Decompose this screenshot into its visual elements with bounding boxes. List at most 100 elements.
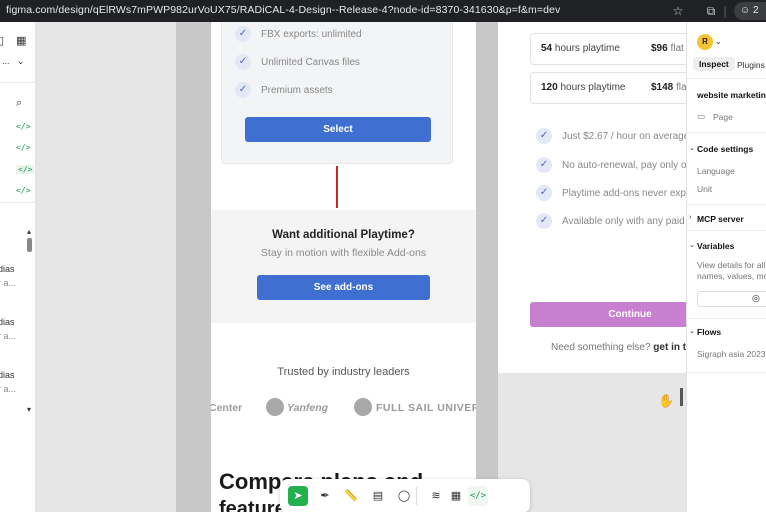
chevron-down-icon[interactable]: ▾ — [27, 405, 31, 414]
logo-full-sail: FULL SAIL UNIVERS — [376, 402, 476, 414]
check-icon: ✓ — [235, 26, 251, 42]
chevron-down-icon[interactable]: ⌄ — [689, 327, 695, 335]
list-item-title[interactable]: dias — [0, 264, 15, 274]
profile-button[interactable]: ☺ 2 — [734, 2, 766, 20]
list-item-title[interactable]: dias — [0, 370, 15, 380]
frame-name: website marketing — [697, 90, 766, 100]
hours-unit: hours playtime — [560, 82, 626, 93]
move-tool-icon[interactable]: ➤ — [288, 486, 308, 506]
benefit-row: ✓ Just $2.67 / hour on average — [536, 128, 686, 144]
package-price: $96 flat — [651, 43, 684, 54]
logo-yanfeng: Yanfeng — [287, 402, 329, 414]
search-icon[interactable]: ⌕ — [16, 97, 22, 110]
annotate-tool-icon[interactable]: ▤ — [368, 486, 388, 506]
yanfeng-logo-icon — [266, 398, 284, 416]
package-hours: 54 hours playtime — [541, 43, 620, 54]
benefit-text: Just $2.67 / hour on average — [562, 130, 686, 142]
price-value: $96 — [651, 43, 668, 54]
dev-mode-icon[interactable]: </> — [468, 486, 488, 506]
design-canvas[interactable]: ✓ FBX exports: unlimited ✓ Unlimited Can… — [36, 22, 686, 512]
profile-count: 2 — [753, 5, 759, 16]
divider — [0, 202, 35, 203]
continue-button[interactable]: Continue — [530, 302, 686, 327]
chevron-down-icon[interactable]: ⌄ — [17, 56, 25, 67]
desktop-frame-addons[interactable]: 54 hours playtime $96 flat 120 hours pla… — [498, 22, 686, 373]
mcp-server-heading[interactable]: MCP server — [697, 214, 744, 224]
chevron-right-icon[interactable]: › — [689, 214, 691, 221]
code-layer-icon[interactable]: </> — [16, 186, 30, 195]
benefit-row: ✓ No auto-renewal, pay only once — [536, 157, 686, 173]
see-addons-button[interactable]: See add-ons — [257, 275, 430, 300]
page-label: Page — [713, 112, 733, 122]
variables-heading[interactable]: Variables — [697, 241, 734, 251]
tab-inspect[interactable]: Inspect — [693, 57, 735, 71]
bookmark-star-icon[interactable]: ☆ — [670, 3, 686, 19]
price-value: $148 — [651, 82, 674, 93]
feature-row: ✓ Unlimited Canvas files — [235, 54, 360, 70]
package-price: $148 flat — [651, 82, 686, 93]
page-menu[interactable]: ... — [2, 56, 10, 66]
hours-value: 54 — [541, 43, 553, 54]
inspect-panel: R ⌄ Inspect Plugins website marketing ▭ … — [686, 22, 766, 512]
chevron-up-icon[interactable]: ▴ — [27, 227, 31, 236]
panel-toggle-icon[interactable]: ▯ — [0, 34, 4, 47]
benefit-text: Available only with any paid plan — [562, 215, 686, 227]
extensions-icon[interactable]: ⧉ — [703, 3, 719, 19]
full-sail-logo-icon — [354, 398, 372, 416]
hours-unit: hours playtime — [554, 43, 620, 54]
scrollbar-thumb[interactable] — [27, 238, 32, 252]
check-icon: ✓ — [536, 185, 552, 201]
trusted-heading: Trusted by industry leaders — [277, 366, 410, 378]
select-button[interactable]: Select — [245, 117, 431, 142]
hand-cursor-icon: ✋ — [658, 393, 675, 408]
price-suffix: flat — [676, 82, 686, 93]
canvas-scrollbar[interactable] — [680, 388, 683, 406]
variables-button[interactable]: ◎ — [697, 291, 766, 307]
chevron-down-icon[interactable]: ⌄ — [689, 144, 695, 152]
address-bar[interactable]: figma.com/design/qElRWs7mPWP982urVoUX75/… — [6, 4, 560, 16]
benefit-text: Playtime add-ons never expire — [562, 187, 686, 199]
benefit-text: No auto-renewal, pay only once — [562, 159, 686, 171]
package-option[interactable]: 54 hours playtime $96 flat — [530, 33, 686, 65]
bottom-toolbar: ➤ ✒ 📏 ▤ ◯ ≋ ▦ </> — [280, 479, 530, 512]
divider — [687, 78, 766, 79]
chevron-down-icon[interactable]: ⌄ — [689, 241, 695, 249]
design-mode-icon[interactable]: ▦ — [446, 486, 466, 506]
redline-annotation — [336, 166, 338, 208]
mobile-frame-pricing[interactable]: ✓ FBX exports: unlimited ✓ Unlimited Can… — [211, 22, 476, 512]
code-layer-icon[interactable]: </> — [16, 143, 30, 152]
avatar[interactable]: R — [697, 34, 713, 50]
unit-label: Unit — [697, 184, 713, 194]
flows-heading[interactable]: Flows — [697, 327, 721, 337]
need-help-label: Need something else? — [551, 342, 651, 353]
benefit-row: ✓ Playtime add-ons never expire — [536, 185, 686, 201]
list-item-subtitle: r a... — [0, 278, 17, 288]
list-item-title[interactable]: dias — [0, 317, 15, 327]
divider — [687, 318, 766, 319]
get-in-touch-link[interactable]: get in touch — [653, 342, 686, 353]
profile-icon: ☺ — [740, 5, 751, 16]
feature-text: Premium assets — [261, 84, 333, 96]
package-hours: 120 hours playtime — [541, 82, 626, 93]
tab-plugins[interactable]: Plugins — [737, 60, 765, 70]
language-label: Language — [697, 166, 735, 176]
benefit-row: ✓ Available only with any paid plan — [536, 213, 686, 229]
toolbar-divider — [416, 487, 417, 505]
feature-text: Unlimited Canvas files — [261, 56, 360, 68]
code-settings-heading[interactable]: Code settings — [697, 144, 753, 154]
check-icon: ✓ — [235, 82, 251, 98]
comment-tool-icon[interactable]: ◯ — [394, 486, 414, 506]
addons-title: Want additional Playtime? — [272, 229, 415, 241]
pen-tool-icon[interactable]: ✒ — [315, 486, 335, 506]
feature-row: ✓ FBX exports: unlimited — [235, 26, 362, 42]
grid-icon[interactable]: ▦ — [16, 34, 26, 47]
code-layer-icon-selected[interactable]: </> — [16, 165, 35, 174]
package-option[interactable]: 120 hours playtime $148 flat — [530, 72, 686, 104]
divider — [0, 82, 35, 83]
page-icon: ▭ — [697, 111, 706, 121]
draw-mode-icon[interactable]: ≋ — [426, 486, 446, 506]
chevron-down-icon[interactable]: ⌄ — [715, 37, 722, 46]
code-layer-icon[interactable]: </> — [16, 122, 30, 131]
measure-tool-icon[interactable]: 📏 — [341, 486, 361, 506]
flow-item[interactable]: Sigraph asia 2023 C — [697, 349, 766, 359]
